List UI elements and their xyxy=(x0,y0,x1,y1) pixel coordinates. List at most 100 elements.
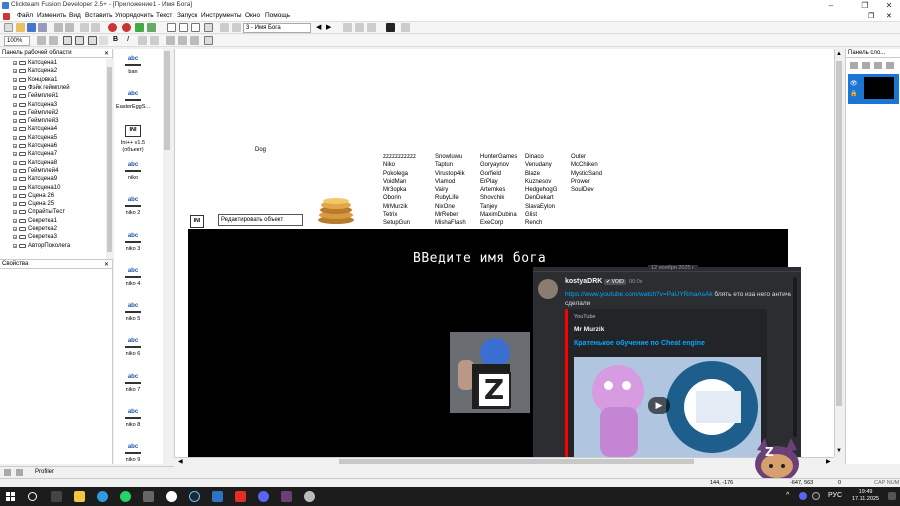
text-object-icon[interactable]: abc xyxy=(125,230,141,243)
maximize-button[interactable]: ❐ xyxy=(854,0,876,11)
hscroll-thumb[interactable] xyxy=(339,459,694,464)
layer-visible-icon[interactable]: 👁 xyxy=(850,80,858,87)
embed-thumbnail[interactable]: ▶ xyxy=(574,357,761,457)
text-object-icon[interactable]: abc xyxy=(125,89,141,102)
expand-icon[interactable]: + xyxy=(13,235,17,240)
store-icon[interactable] xyxy=(212,491,223,502)
menu-view[interactable]: Вид xyxy=(69,12,81,19)
library-scroll-thumb[interactable] xyxy=(164,51,170,150)
event-editor-icon[interactable] xyxy=(191,23,200,32)
object-icon[interactable] xyxy=(386,23,395,32)
layer-add-icon[interactable] xyxy=(850,62,858,69)
expand-icon[interactable]: + xyxy=(13,152,17,157)
expr-icon[interactable] xyxy=(232,23,241,32)
vscroll-thumb[interactable] xyxy=(836,61,842,406)
discord-scroll-thumb[interactable] xyxy=(793,277,797,437)
whatsapp-icon[interactable] xyxy=(120,491,131,502)
expand-icon[interactable]: + xyxy=(13,243,17,248)
text-object-icon[interactable]: abc xyxy=(125,195,141,208)
expand-icon[interactable]: + xyxy=(13,94,17,99)
ini-object-icon[interactable]: INI xyxy=(190,215,204,228)
save-all-icon[interactable] xyxy=(38,23,47,32)
task-view-icon[interactable] xyxy=(51,491,62,502)
close-button[interactable]: ✕ xyxy=(878,0,900,11)
search-icon[interactable] xyxy=(4,469,11,476)
expand-icon[interactable]: + xyxy=(13,69,17,74)
menu-insert[interactable]: Вставить xyxy=(85,12,113,19)
layer-delete-icon[interactable] xyxy=(862,62,870,69)
expand-icon[interactable]: + xyxy=(13,77,17,82)
expand-icon[interactable]: + xyxy=(13,160,17,165)
expand-icon[interactable]: + xyxy=(13,185,17,190)
layer-icon[interactable] xyxy=(343,23,352,32)
text-object-icon[interactable]: abc xyxy=(125,265,141,278)
text-object-icon[interactable]: abc xyxy=(125,159,141,172)
tray-steam-icon[interactable] xyxy=(812,492,820,500)
properties-close-icon[interactable]: ✕ xyxy=(104,261,109,268)
cut-icon[interactable] xyxy=(54,23,63,32)
discord-scrollbar[interactable] xyxy=(791,277,799,457)
expand-icon[interactable]: + xyxy=(13,102,17,107)
lang-indicator[interactable]: РУС xyxy=(828,492,842,499)
workspace-scrollbar[interactable] xyxy=(106,59,113,259)
expand-icon[interactable]: + xyxy=(13,210,17,215)
expand-icon[interactable]: + xyxy=(13,193,17,198)
steam-icon[interactable] xyxy=(189,491,200,502)
expand-icon[interactable]: + xyxy=(13,119,17,124)
stop-icon[interactable] xyxy=(122,23,131,32)
names-column[interactable]: Dinaco Venudany Blaze Kuznesov HedgehogG DenD… xyxy=(525,153,557,228)
library-scrollbar[interactable] xyxy=(163,49,171,464)
next-frame-icon[interactable]: ▶ xyxy=(326,23,331,31)
snap-icon[interactable] xyxy=(367,23,376,32)
edit-object-field[interactable]: Редактировать объект xyxy=(218,214,303,226)
layer-down-icon[interactable] xyxy=(886,62,894,69)
menu-window[interactable]: Окно xyxy=(245,12,260,19)
italic-icon[interactable]: I xyxy=(127,36,129,43)
align-right-icon[interactable] xyxy=(190,36,199,45)
zoom-out-icon[interactable] xyxy=(99,36,108,45)
zoom-select[interactable]: 100% xyxy=(4,36,30,46)
underline-icon[interactable] xyxy=(138,36,147,45)
dog-label[interactable]: Dog xyxy=(255,147,266,153)
layer-lock-icon[interactable]: 🔒 xyxy=(850,90,857,97)
undo-icon[interactable] xyxy=(80,23,89,32)
minimize-button[interactable]: – xyxy=(820,0,842,11)
explorer-icon[interactable] xyxy=(74,491,85,502)
zoom-in-icon[interactable] xyxy=(88,36,97,45)
embed-title[interactable]: Кратенькое обучение по Cheat engine xyxy=(574,340,705,347)
menu-tools[interactable]: Инструменты xyxy=(201,12,242,19)
align-center-icon[interactable] xyxy=(178,36,187,45)
event-list-icon[interactable] xyxy=(204,23,213,32)
menu-help[interactable]: Помощь xyxy=(265,12,290,19)
obs-icon[interactable] xyxy=(304,491,315,502)
save-icon[interactable] xyxy=(27,23,36,32)
notifications-icon[interactable] xyxy=(888,492,896,500)
zoom-sel-icon[interactable] xyxy=(75,36,84,45)
scroll-thumb[interactable] xyxy=(107,67,112,252)
expand-icon[interactable]: + xyxy=(13,202,17,207)
scroll-down-icon[interactable]: ▼ xyxy=(836,448,842,454)
new-icon[interactable] xyxy=(4,23,13,32)
expand-icon[interactable]: + xyxy=(13,218,17,223)
embed-author[interactable]: Mr Murzik xyxy=(574,326,604,333)
align-left-icon[interactable] xyxy=(166,36,175,45)
text-object-icon[interactable]: abc xyxy=(125,336,141,349)
message-link[interactable]: https://www.youtube.com/watch?v=PaUYRmaA… xyxy=(565,291,713,298)
frame-select[interactable]: 3 - Имя Бога xyxy=(243,23,311,33)
redo-icon[interactable] xyxy=(91,23,100,32)
prev-frame-icon[interactable]: ◀ xyxy=(316,23,321,31)
app-icon-gray[interactable] xyxy=(143,491,154,502)
profiler-icon[interactable] xyxy=(16,469,23,476)
text-object-icon[interactable]: abc xyxy=(125,442,141,455)
expand-icon[interactable]: + xyxy=(13,177,17,182)
profiler-tab[interactable]: Profiler xyxy=(35,469,54,475)
open-icon[interactable] xyxy=(16,23,25,32)
pancake-icon[interactable] xyxy=(316,194,356,226)
menu-arrange[interactable]: Упорядочить xyxy=(115,12,154,19)
text-object-icon[interactable]: abc xyxy=(125,407,141,419)
frame-hscrollbar[interactable]: ◀ ▶ xyxy=(174,457,834,465)
crop-icon[interactable] xyxy=(204,36,213,45)
layer-up-icon[interactable] xyxy=(874,62,882,69)
expand-icon[interactable]: + xyxy=(13,144,17,149)
edge-icon[interactable] xyxy=(97,491,108,502)
